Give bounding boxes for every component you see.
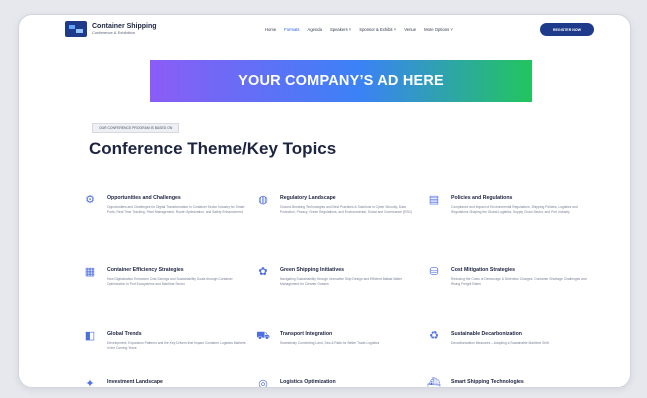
topic-description: Navigating Sustainability through Innova… — [280, 277, 403, 287]
topic-title: Investment Landscape — [107, 379, 163, 385]
navbar: Container Shipping Conference & Exhibiti… — [19, 15, 630, 47]
menu-item-home[interactable]: Home — [265, 27, 276, 32]
topic-card: ⛴ Smart Shipping Technologies — [427, 377, 587, 388]
network-icon: ⚙ — [85, 194, 95, 206]
ship-icon: ⛴ — [427, 378, 441, 388]
topic-description: How Digitalization Enhances Cost Savings… — [107, 277, 233, 287]
topic-title: Cost Mitigation Strategies — [451, 267, 515, 273]
menu-item-venue[interactable]: Venue — [404, 27, 416, 32]
topic-description: Opportunities and Challenges for Digital… — [107, 205, 245, 215]
topic-title: Global Trends — [107, 331, 142, 337]
topic-description: Decarbonization Measures – Adopting a Su… — [451, 341, 549, 345]
topic-title: Green Shipping Initiatives — [280, 267, 344, 273]
logo-subtitle: Conference & Exhibition — [92, 30, 135, 35]
topic-description: Ground-Breaking Technologies and Best Pr… — [280, 205, 413, 215]
eco-icon: ♻ — [429, 330, 439, 342]
topic-card: ◧ Global Trends Development, Expansion P… — [83, 329, 246, 369]
topic-description: Seamlessly Connecting Land, Sea & Rails … — [280, 341, 380, 345]
topic-card: ◍ Regulatory Landscape Ground-Breaking T… — [256, 193, 416, 243]
menu-item-agenda[interactable]: Agenda — [308, 27, 322, 32]
topic-title: Regulatory Landscape — [280, 195, 336, 201]
menu-item-more[interactable]: More Options ˅ — [424, 27, 453, 32]
topic-card: ⛟ Transport Integration Seamlessly Conne… — [256, 329, 416, 369]
topic-card: ⛁ Cost Mitigation Strategies Reducing th… — [427, 265, 587, 315]
logo-icon — [65, 21, 87, 37]
menu-item-formats[interactable]: Formats — [284, 27, 299, 32]
logo-text: Container Shipping Conference & Exhibiti… — [92, 23, 157, 35]
document-icon: ▤ — [428, 194, 440, 206]
chart-icon: ◧ — [84, 330, 96, 342]
truck-icon: ⛟ — [256, 330, 270, 342]
browser-page: Container Shipping Conference & Exhibiti… — [18, 14, 631, 388]
topic-card: ▦ Container Efficiency Strategies How Di… — [83, 265, 243, 315]
logo-title: Container Shipping — [92, 23, 157, 30]
leaf-icon: ✿ — [258, 266, 268, 278]
topic-title: Opportunities and Challenges — [107, 195, 181, 201]
coins-icon: ⛁ — [429, 266, 439, 278]
topic-card: ✦ Investment Landscape — [83, 377, 243, 388]
container-icon: ▦ — [84, 266, 96, 278]
topic-title: Container Efficiency Strategies — [107, 267, 184, 273]
topic-title: Logistics Optimization — [280, 379, 336, 385]
menu-item-speakers[interactable]: Speakers ˅ — [330, 27, 351, 32]
section-title: Conference Theme/Key Topics — [89, 139, 337, 158]
topic-card: ♻ Sustainable Decarbonization Decarboniz… — [427, 329, 587, 369]
menu-item-sponsor[interactable]: Sponsor & Exhibit ˅ — [359, 27, 396, 32]
topic-card: ⚙ Opportunities and Challenges Opportuni… — [83, 193, 244, 243]
ad-banner[interactable]: YOUR COMPANY’S AD HERE — [150, 60, 532, 102]
topic-title: Policies and Regulations — [451, 195, 513, 201]
topic-card: ✿ Green Shipping Initiatives Navigating … — [256, 265, 416, 315]
topic-description: Reducing the Costs of Demurrage & Detent… — [451, 277, 587, 287]
topic-description: Development, Expansion Patterns and the … — [107, 341, 246, 351]
topic-card: ▤ Policies and Regulations Compliance an… — [427, 193, 587, 243]
main-menu: Home Formats Agenda Speakers ˅ Sponsor &… — [265, 27, 453, 32]
topic-title: Sustainable Decarbonization — [451, 331, 522, 337]
globe-icon: ◍ — [258, 194, 268, 206]
register-button[interactable]: REGISTER NOW — [540, 23, 594, 36]
topic-card: ◎ Logistics Optimization — [256, 377, 416, 388]
site-logo[interactable]: Container Shipping Conference & Exhibiti… — [65, 21, 157, 37]
topic-title: Transport Integration — [280, 331, 333, 337]
logistics-icon: ◎ — [258, 378, 268, 388]
topic-description: Compliance and Impact of Environmental R… — [451, 205, 578, 215]
investment-icon: ✦ — [85, 378, 95, 388]
section-eyebrow: OUR CONFERENCE PROGRAM IS BASED ON — [92, 123, 180, 133]
topic-title: Smart Shipping Technologies — [451, 379, 524, 385]
